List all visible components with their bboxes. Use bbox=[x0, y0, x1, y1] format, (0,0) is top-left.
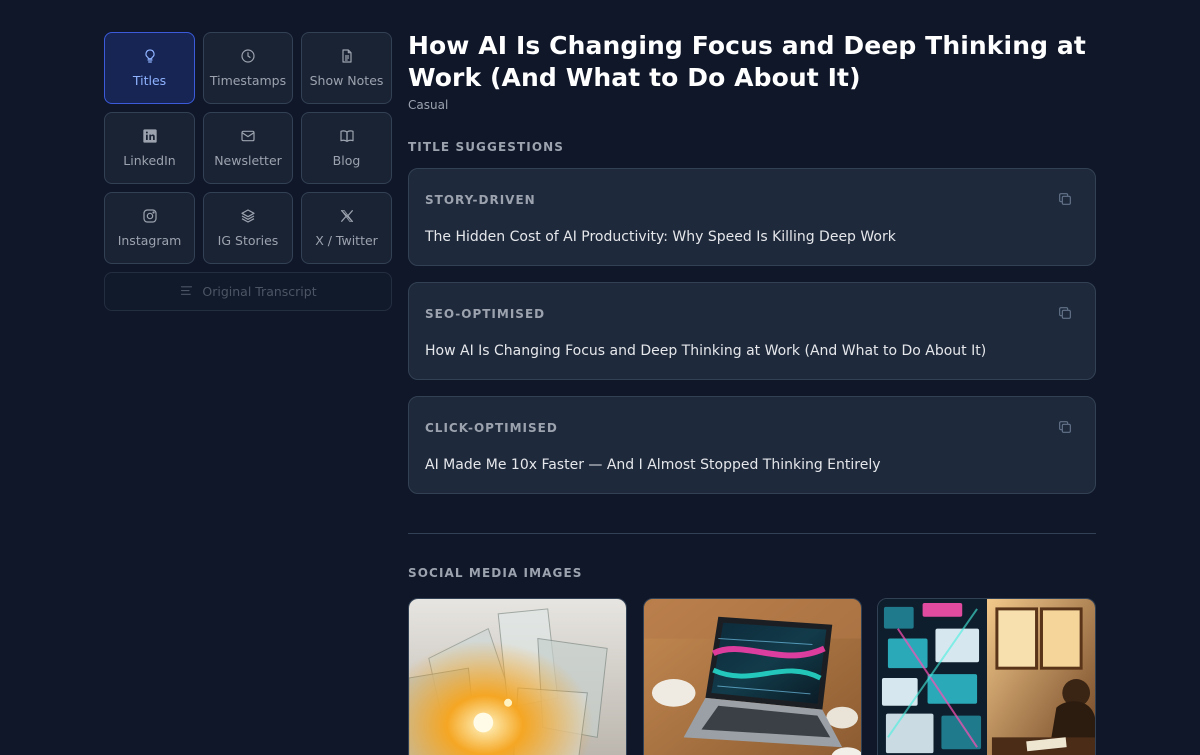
nav-tile-x-twitter[interactable]: X / Twitter bbox=[301, 192, 392, 264]
copy-button[interactable] bbox=[1057, 419, 1075, 437]
suggestion-kind: CLICK-OPTIMISED bbox=[425, 421, 558, 435]
nav-tile-titles[interactable]: Titles bbox=[104, 32, 195, 104]
nav-tile-ig-stories[interactable]: IG Stories bbox=[203, 192, 293, 264]
nav-tile-label: LinkedIn bbox=[123, 153, 176, 168]
social-image-card[interactable] bbox=[877, 598, 1096, 755]
mail-icon bbox=[240, 128, 256, 147]
glass-panels-image bbox=[409, 599, 626, 755]
suggestion-kind: STORY-DRIVEN bbox=[425, 193, 536, 207]
nav-tile-label: Instagram bbox=[117, 233, 182, 248]
nav-tile-instagram[interactable]: Instagram bbox=[104, 192, 195, 264]
align-left-icon bbox=[179, 283, 194, 301]
split-focus-image bbox=[878, 599, 1095, 755]
original-transcript-button[interactable]: Original Transcript bbox=[104, 272, 392, 311]
nav-tile-label: Blog bbox=[332, 153, 361, 168]
nav-tile-label: IG Stories bbox=[217, 233, 279, 248]
section-divider bbox=[408, 533, 1096, 534]
copy-button[interactable] bbox=[1057, 305, 1075, 323]
copy-icon bbox=[1057, 192, 1073, 211]
suggestion-text: How AI Is Changing Focus and Deep Thinki… bbox=[425, 343, 987, 359]
social-image-card[interactable] bbox=[643, 598, 862, 755]
content-type-nav: Titles Timestamps Show Notes LinkedIn Ne… bbox=[104, 32, 392, 264]
page-title: How AI Is Changing Focus and Deep Thinki… bbox=[408, 31, 1086, 92]
document-icon bbox=[339, 48, 355, 67]
transcript-button-label: Original Transcript bbox=[202, 284, 317, 299]
copy-icon bbox=[1057, 420, 1073, 439]
lightbulb-icon bbox=[142, 48, 158, 67]
nav-tile-linkedin[interactable]: LinkedIn bbox=[104, 112, 195, 184]
nav-tile-label: Timestamps bbox=[209, 73, 287, 88]
laptop-desk-image bbox=[644, 599, 861, 755]
book-icon bbox=[339, 128, 355, 147]
linkedin-icon bbox=[142, 128, 158, 147]
title-suggestion-card: SEO-OPTIMISED How AI Is Changing Focus a… bbox=[408, 282, 1096, 380]
title-suggestion-card: CLICK-OPTIMISED AI Made Me 10x Faster — … bbox=[408, 396, 1096, 494]
main-content: How AI Is Changing Focus and Deep Thinki… bbox=[408, 30, 1096, 755]
nav-tile-label: Newsletter bbox=[214, 153, 282, 168]
suggestion-text: AI Made Me 10x Faster — And I Almost Sto… bbox=[425, 457, 881, 473]
layers-icon bbox=[240, 208, 256, 227]
tone-label: Casual bbox=[408, 98, 449, 112]
app-page: Titles Timestamps Show Notes LinkedIn Ne… bbox=[0, 0, 1200, 755]
nav-tile-label: X / Twitter bbox=[315, 233, 378, 248]
copy-button[interactable] bbox=[1057, 191, 1075, 209]
nav-tile-timestamps[interactable]: Timestamps bbox=[203, 32, 293, 104]
clock-icon bbox=[240, 48, 256, 67]
nav-tile-blog[interactable]: Blog bbox=[301, 112, 392, 184]
title-suggestion-card: STORY-DRIVEN The Hidden Cost of AI Produ… bbox=[408, 168, 1096, 266]
nav-tile-label: Titles bbox=[132, 73, 167, 88]
suggestion-kind: SEO-OPTIMISED bbox=[425, 307, 546, 321]
social-media-images-heading: SOCIAL MEDIA IMAGES bbox=[408, 566, 583, 580]
title-suggestions-heading: TITLE SUGGESTIONS bbox=[408, 140, 565, 154]
nav-tile-show-notes[interactable]: Show Notes bbox=[301, 32, 392, 104]
x-logo-icon bbox=[339, 208, 355, 227]
social-image-card[interactable] bbox=[408, 598, 627, 755]
suggestion-text: The Hidden Cost of AI Productivity: Why … bbox=[425, 229, 896, 245]
nav-tile-newsletter[interactable]: Newsletter bbox=[203, 112, 293, 184]
nav-tile-label: Show Notes bbox=[309, 73, 384, 88]
copy-icon bbox=[1057, 306, 1073, 325]
instagram-icon bbox=[142, 208, 158, 227]
